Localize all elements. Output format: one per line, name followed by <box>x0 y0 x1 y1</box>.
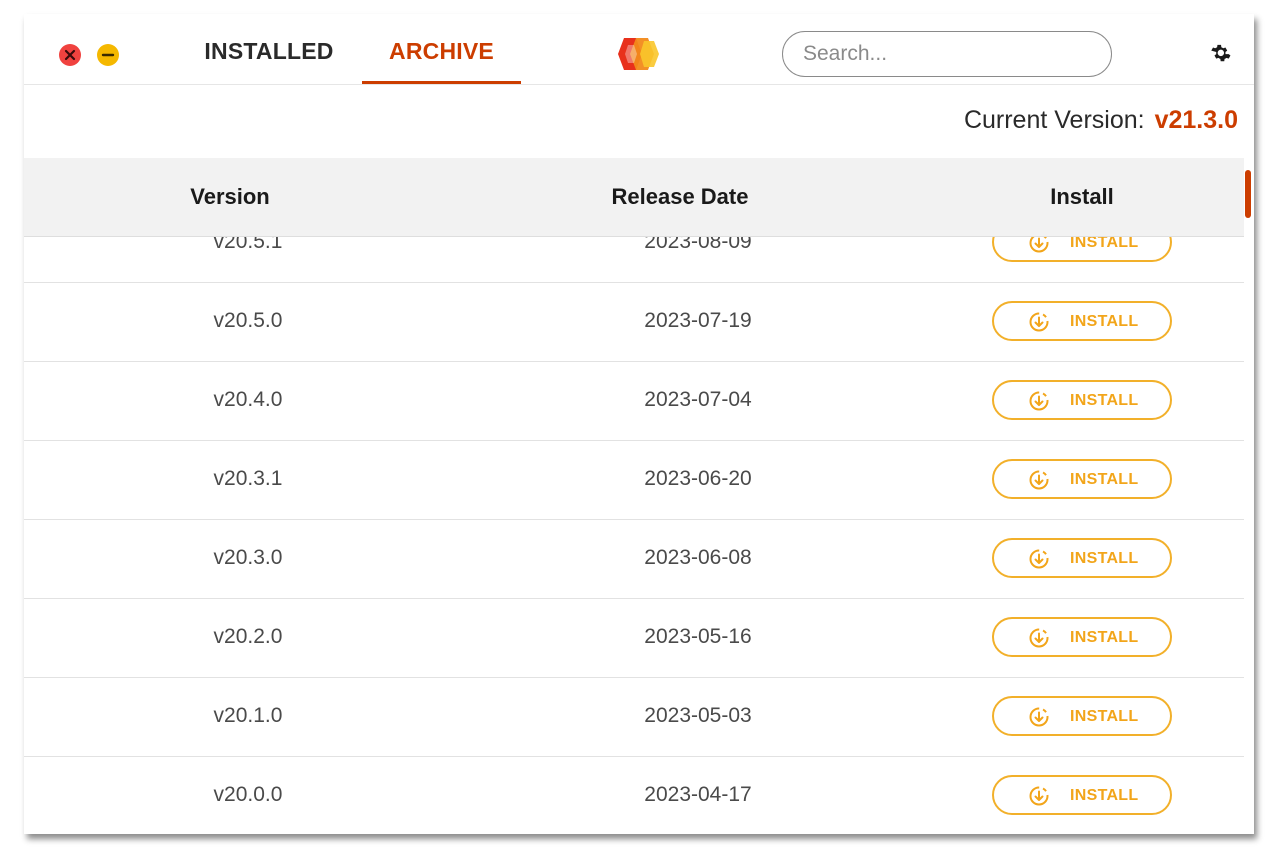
install-button-label: INSTALL <box>1070 313 1139 330</box>
install-button[interactable]: INSTALL <box>992 696 1172 736</box>
app-logo-icon <box>618 38 659 70</box>
current-version: Current Version: v21.3.0 <box>964 106 1238 135</box>
header-version: Version <box>190 184 270 209</box>
current-version-label: Current Version: <box>963 106 1145 134</box>
install-button-label: INSTALL <box>1070 629 1139 646</box>
version-cell: v20.3.1 <box>213 467 283 490</box>
download-icon <box>1029 549 1049 569</box>
version-cell: v20.3.0 <box>213 546 283 569</box>
release-date-cell: 2023-06-20 <box>644 467 752 490</box>
install-button[interactable]: INSTALL <box>992 301 1172 341</box>
table-row: v20.5.0 2023-07-19 INSTALL <box>24 283 1244 362</box>
table-row: v20.2.0 2023-05-16 INSTALL <box>24 599 1244 678</box>
install-button-label: INSTALL <box>1070 392 1139 409</box>
download-icon <box>1029 628 1049 648</box>
install-button-label: INSTALL <box>1070 550 1139 567</box>
release-date-cell: 2023-07-19 <box>644 309 752 332</box>
version-cell: v20.0.0 <box>213 783 283 806</box>
install-button[interactable]: INSTALL <box>992 775 1172 815</box>
release-date-cell: 2023-05-03 <box>644 704 752 727</box>
scrollbar-thumb[interactable] <box>1245 170 1251 218</box>
table-row: v20.1.0 2023-05-03 INSTALL <box>24 678 1244 757</box>
download-icon <box>1029 707 1049 727</box>
table-body: v20.5.1 2023-08-09 INSTALL v20.5.0 2023-… <box>24 204 1244 834</box>
app-window: INSTALLED ARCHIVE Current Version: v21.3.… <box>24 14 1254 834</box>
gear-icon[interactable] <box>1208 41 1232 65</box>
install-button[interactable]: INSTALL <box>992 538 1172 578</box>
current-version-value: v21.3.0 <box>1154 106 1238 134</box>
download-icon <box>1029 391 1049 411</box>
table-row: v20.3.1 2023-06-20 INSTALL <box>24 441 1244 520</box>
header-release-date: Release Date <box>611 184 749 209</box>
install-button[interactable]: INSTALL <box>992 380 1172 420</box>
close-icon[interactable] <box>59 44 81 66</box>
tab-installed[interactable]: INSTALLED <box>194 38 344 84</box>
version-cell: v20.4.0 <box>213 388 283 411</box>
version-cell: v20.1.0 <box>213 704 283 727</box>
header-install: Install <box>1050 184 1114 209</box>
table-row: v20.0.0 2023-04-17 INSTALL <box>24 757 1244 834</box>
title-bar: INSTALLED ARCHIVE <box>24 14 1254 85</box>
version-cell: v20.2.0 <box>213 625 283 648</box>
release-date-cell: 2023-05-16 <box>644 625 752 648</box>
download-icon <box>1029 312 1049 332</box>
scrollbar[interactable] <box>1245 158 1254 834</box>
install-button[interactable]: INSTALL <box>992 617 1172 657</box>
download-icon <box>1029 470 1049 490</box>
install-button[interactable]: INSTALL <box>992 459 1172 499</box>
table-row: v20.3.0 2023-06-08 INSTALL <box>24 520 1244 599</box>
release-date-cell: 2023-04-17 <box>644 783 752 806</box>
tab-archive[interactable]: ARCHIVE <box>362 38 521 84</box>
install-button-label: INSTALL <box>1070 471 1139 488</box>
install-button-label: INSTALL <box>1070 708 1139 725</box>
table-row: v20.4.0 2023-07-04 INSTALL <box>24 362 1244 441</box>
table-header: Version Release Date Install <box>24 158 1244 237</box>
release-date-cell: 2023-07-04 <box>644 388 752 411</box>
download-icon <box>1029 786 1049 806</box>
minimize-icon[interactable] <box>97 44 119 66</box>
version-cell: v20.5.0 <box>213 309 283 332</box>
search-input[interactable] <box>782 31 1112 77</box>
release-date-cell: 2023-06-08 <box>644 546 752 569</box>
install-button-label: INSTALL <box>1070 787 1139 804</box>
